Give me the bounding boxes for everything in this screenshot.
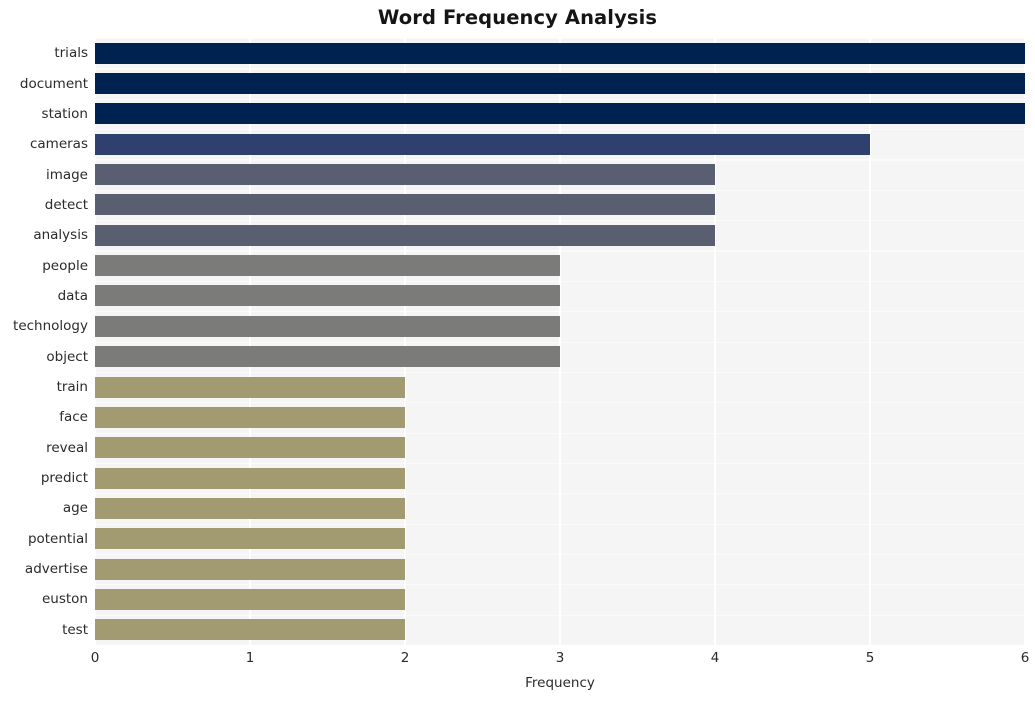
bar <box>95 315 560 337</box>
chart-title: Word Frequency Analysis <box>377 6 658 29</box>
x-axis-tick-label: 4 <box>710 650 720 666</box>
bar <box>95 103 1025 125</box>
x-axis-tick-label: 3 <box>555 650 565 666</box>
y-axis-tick-label: predict <box>40 470 88 487</box>
y-axis-tick-label: data <box>57 287 88 304</box>
y-axis-tick-label: trials <box>54 45 88 62</box>
y-axis-tick-label: test <box>62 621 88 638</box>
x-axis-tick-labels: 0 1 2 3 4 5 6 <box>0 650 1035 672</box>
plot-area <box>95 38 1025 645</box>
bar <box>95 164 715 186</box>
bar <box>95 467 405 489</box>
y-axis-tick-label: technology <box>13 318 88 335</box>
y-axis-tick-label: cameras <box>29 136 88 153</box>
bar <box>95 285 560 307</box>
bar <box>95 73 1025 95</box>
y-axis-tick-label: train <box>56 379 88 396</box>
y-axis-tick-label: face <box>59 409 88 426</box>
bar <box>95 558 405 580</box>
bar <box>95 588 405 610</box>
bar <box>95 619 405 641</box>
x-axis-tick-label: 6 <box>1020 650 1030 666</box>
y-axis-tick-label: detect <box>44 196 88 213</box>
y-axis-tick-label: reveal <box>46 439 88 456</box>
y-axis-tick-label: potential <box>27 530 88 547</box>
x-axis-title: Frequency <box>525 675 595 691</box>
y-axis-tick-label: station <box>41 105 88 122</box>
y-axis-tick-label: object <box>46 348 88 365</box>
bar <box>95 346 560 368</box>
bar <box>95 437 405 459</box>
x-axis-tick-label: 0 <box>90 650 100 666</box>
bar <box>95 497 405 519</box>
bar <box>95 224 715 246</box>
x-axis-tick-label: 1 <box>245 650 255 666</box>
y-axis-tick-label: document <box>19 75 88 92</box>
bar <box>95 42 1025 64</box>
x-axis-tick-label: 5 <box>865 650 875 666</box>
bar <box>95 376 405 398</box>
y-axis-tick-label: euston <box>41 591 88 608</box>
y-axis-tick-label: people <box>42 257 88 274</box>
bar <box>95 255 560 277</box>
y-axis-tick-labels: trials document station cameras image detect a… <box>0 38 88 645</box>
bar <box>95 406 405 428</box>
bars-group <box>95 38 1025 645</box>
y-axis-tick-label: image <box>45 166 88 183</box>
bar <box>95 194 715 216</box>
y-axis-tick-label: age <box>62 500 88 517</box>
bar <box>95 528 405 550</box>
bar <box>95 133 870 155</box>
chart-figure: Word Frequency Analysis trials document st… <box>0 0 1035 701</box>
y-axis-tick-label: advertise <box>24 561 88 578</box>
x-axis-tick-label: 2 <box>400 650 410 666</box>
y-axis-tick-label: analysis <box>33 227 88 244</box>
